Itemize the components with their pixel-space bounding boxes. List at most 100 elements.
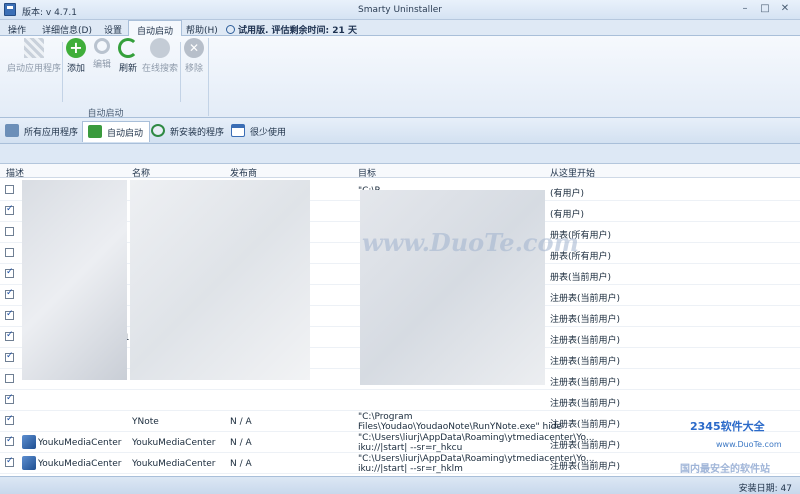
flag-icon [24, 38, 44, 58]
col-start-from[interactable]: 从这里开始 [550, 166, 595, 179]
row-checkbox[interactable] [5, 435, 14, 446]
app-icon[interactable] [4, 3, 16, 16]
slogan-watermark: 国内最安全的软件站 [680, 464, 770, 475]
tab-all-apps[interactable]: 所有应用程序 [0, 121, 84, 142]
status-text: 安装日期: 47 [738, 484, 792, 494]
app-icon [22, 435, 36, 449]
menu-settings[interactable]: 设置 [104, 23, 122, 36]
ribbon: 启动应用程序 + 添加 编辑 刷新 在线搜索 ✕ 移除 自动启动 [0, 36, 800, 119]
menu-operations[interactable]: 操作 [8, 23, 26, 36]
col-publisher[interactable]: 发布商 [230, 166, 257, 179]
cell-description: YoukuMediaCenter [38, 459, 122, 469]
cell-name: YoukuMediaCenter [132, 438, 216, 448]
row-checkbox[interactable] [5, 456, 14, 467]
cell-description: YoukuMediaCenter [38, 438, 122, 448]
info-icon [226, 25, 235, 34]
row-checkbox[interactable] [5, 374, 14, 383]
brand-watermark: 2345软件大全 [690, 420, 765, 433]
add-button[interactable]: + 添加 [64, 38, 88, 76]
refresh-icon [118, 38, 138, 58]
obscured-region [360, 190, 545, 385]
calendar-icon [231, 124, 245, 137]
cell-name: YNote [132, 417, 159, 427]
row-checkbox[interactable] [5, 414, 14, 425]
magnifier-icon [94, 38, 110, 54]
autostart-group: 启动应用程序 + 添加 编辑 刷新 在线搜索 ✕ 移除 自动启动 [2, 38, 209, 119]
table-header: 描述 名称 发布商 目标 从这里开始 [0, 164, 800, 179]
cell-start-from: 注册表(当前用户) [550, 462, 621, 472]
cell-start-from: 注册表(当前用户) [550, 378, 621, 388]
col-target[interactable]: 目标 [358, 166, 376, 179]
close-button[interactable]: ✕ [776, 2, 794, 16]
maximize-button[interactable]: □ [756, 2, 774, 16]
tab-new-installs[interactable]: 新安装的程序 [146, 121, 230, 142]
filter-strip [0, 144, 800, 164]
minimize-button[interactable]: – [736, 2, 754, 16]
trial-text: 试用版. 评估剩余时间: 21 天 [238, 26, 357, 36]
obscured-region [130, 180, 310, 380]
cell-start-from: (有用户) [550, 210, 585, 220]
tab-all-apps-label: 所有应用程序 [24, 128, 79, 138]
add-icon: + [66, 38, 86, 58]
refresh-label: 刷新 [118, 64, 137, 74]
launch-app-label: 启动应用程序 [6, 64, 61, 74]
table-row[interactable]: 注册表(当前用户) [0, 390, 800, 411]
row-checkbox[interactable] [5, 393, 14, 404]
cell-start-from: 注册表(当前用户) [550, 294, 621, 304]
cell-start-from: 注册表(当前用户) [550, 399, 621, 409]
cell-start-from: (有用户) [550, 189, 585, 199]
cell-start-from: 注册表(当前用户) [550, 336, 621, 346]
view-tabs: 所有应用程序 自动启动 新安装的程序 很少使用 [0, 118, 800, 144]
cell-target-line2: Files\Youdao\YoudaoNote\RunYNote.exe" hi… [358, 422, 562, 432]
refresh-button[interactable]: 刷新 [116, 38, 140, 76]
row-checkbox[interactable] [5, 185, 14, 194]
site-watermark: www.DuoTe.com [716, 440, 782, 449]
row-checkbox[interactable] [5, 204, 14, 215]
cell-start-from: 注册表(当前用户) [550, 315, 621, 325]
cell-target-line1: "C:\Program [358, 412, 413, 422]
menu-details[interactable]: 详细信息(D) [42, 23, 92, 36]
row-checkbox[interactable] [5, 227, 14, 236]
col-name[interactable]: 名称 [132, 166, 150, 179]
row-checkbox[interactable] [5, 288, 14, 299]
version-label: 版本: v 4.7.1 [22, 8, 77, 18]
menu-autostart[interactable]: 自动启动 [128, 20, 183, 37]
tab-autostart-label: 自动启动 [107, 129, 144, 139]
row-checkbox[interactable] [5, 267, 14, 278]
cell-start-from: 注册表(当前用户) [550, 357, 621, 367]
remove-icon: ✕ [184, 38, 204, 58]
tab-autostart[interactable]: 自动启动 [82, 121, 151, 142]
row-checkbox[interactable] [5, 351, 14, 362]
row-checkbox[interactable] [5, 248, 14, 257]
row-checkbox[interactable] [5, 309, 14, 320]
cell-start-from: 注册表(当前用户) [550, 420, 621, 430]
col-description[interactable]: 描述 [6, 166, 24, 179]
obscured-region [22, 180, 127, 380]
ribbon-separator [180, 42, 181, 102]
web-search-button[interactable]: 在线搜索 [142, 38, 178, 76]
cell-name: YoukuMediaCenter [132, 459, 216, 469]
web-search-icon [150, 38, 170, 58]
duote-watermark: www.DuoTe.com [362, 228, 579, 257]
remove-label: 移除 [184, 64, 203, 74]
edit-button[interactable]: 编辑 [90, 38, 114, 76]
launch-app-button[interactable]: 启动应用程序 [6, 38, 62, 76]
remove-button[interactable]: ✕ 移除 [182, 38, 206, 76]
tab-rarely-used-label: 很少使用 [250, 128, 287, 138]
app-icon [22, 456, 36, 470]
add-label: 添加 [66, 64, 85, 74]
apps-icon [5, 124, 19, 137]
clock-icon [151, 124, 165, 137]
cell-publisher: N / A [230, 459, 252, 469]
cell-publisher: N / A [230, 438, 252, 448]
row-checkbox[interactable] [5, 330, 14, 341]
cell-target-line2: iku://|start| --sr=r_hklm [358, 464, 463, 474]
tab-rarely-used[interactable]: 很少使用 [226, 121, 292, 142]
table-row[interactable]: YoukuMediaCenterYoukuMediaCenterN / A"C:… [0, 432, 800, 453]
title-bar: 版本: v 4.7.1 Smarty Uninstaller – □ ✕ [0, 0, 800, 20]
table-row[interactable]: YNote N / A "C:\ProgramFiles\Youdao\Youdao… [0, 411, 800, 432]
status-bar: 安装日期: 47 [0, 476, 800, 494]
menu-bar: 操作 详细信息(D) 设置 自动启动 帮助(H) 试用版. 评估剩余时间: 21… [0, 20, 800, 37]
ribbon-separator [62, 42, 63, 102]
menu-help[interactable]: 帮助(H) [186, 23, 218, 36]
